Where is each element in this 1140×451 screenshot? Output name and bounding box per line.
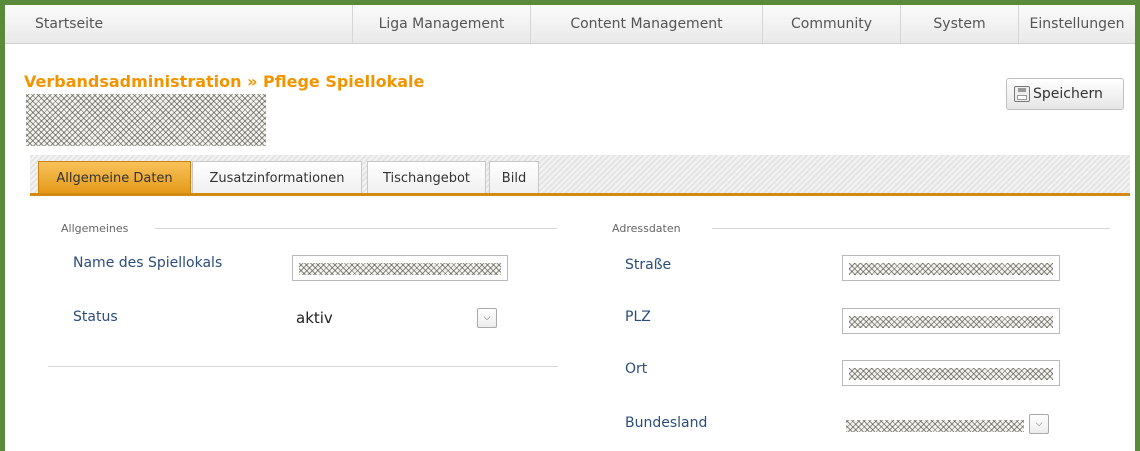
label-plz: PLZ [625, 309, 651, 325]
redacted-value [846, 420, 1024, 432]
label-status: Status [73, 309, 118, 325]
strasse-input[interactable] [842, 255, 1060, 281]
top-navigation: Startseite Liga Management Content Manag… [5, 5, 1135, 44]
section-bottom-divider [48, 366, 558, 367]
tab-allgemeine-daten[interactable]: Allgemeine Daten [38, 161, 191, 193]
section-label-adressdaten: Adressdaten [612, 222, 681, 235]
nav-liga-management[interactable]: Liga Management [352, 5, 530, 43]
redacted-value [849, 263, 1053, 275]
redacted-subtitle [26, 94, 266, 146]
save-disk-icon [1014, 86, 1030, 102]
tab-bar: Allgemeine Daten Zusatzinformationen Tis… [30, 155, 1130, 196]
label-ort: Ort [625, 361, 648, 377]
save-button[interactable]: Speichern [1006, 78, 1124, 110]
chevron-down-icon[interactable]: ⌵ [1029, 414, 1049, 434]
plz-input[interactable] [842, 308, 1060, 334]
label-name-spiellokal: Name des Spiellokals [73, 255, 223, 271]
nav-community[interactable]: Community [762, 5, 900, 43]
redacted-value [849, 316, 1053, 328]
status-select-value[interactable]: aktiv [296, 309, 333, 327]
bundesland-select[interactable] [846, 414, 1024, 440]
tab-zusatzinformationen[interactable]: Zusatzinformationen [192, 161, 362, 193]
section-divider [712, 228, 1110, 229]
nav-system[interactable]: System [900, 5, 1018, 43]
label-strasse: Straße [625, 257, 672, 273]
save-button-label: Speichern [1033, 86, 1103, 102]
redacted-value [849, 368, 1053, 380]
nav-content-management[interactable]: Content Management [530, 5, 762, 43]
name-spiellokal-input[interactable] [292, 255, 508, 281]
chevron-down-icon[interactable]: ⌵ [477, 308, 497, 328]
label-bundesland: Bundesland [625, 415, 708, 431]
redacted-value [299, 263, 501, 275]
section-label-allgemeines: Allgemeines [61, 222, 129, 235]
nav-startseite[interactable]: Startseite [5, 5, 352, 43]
page-title: Verbandsadministration » Pflege Spiellok… [24, 72, 425, 91]
section-divider [155, 228, 557, 229]
ort-input[interactable] [842, 360, 1060, 386]
nav-einstellungen[interactable]: Einstellungen [1018, 5, 1135, 43]
tab-bild[interactable]: Bild [489, 161, 539, 193]
tab-tischangebot[interactable]: Tischangebot [367, 161, 486, 193]
